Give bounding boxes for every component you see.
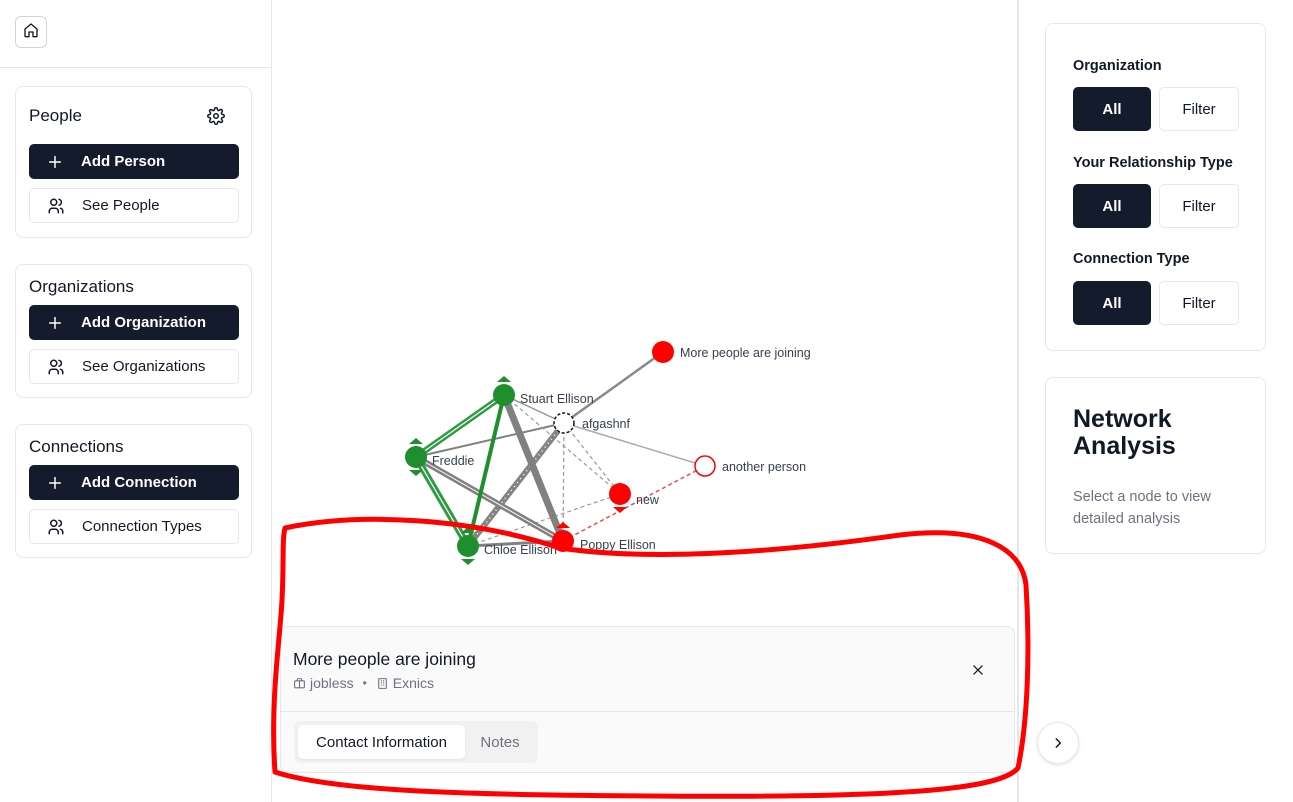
left-sidebar: People Add Person See People Organizatio… bbox=[0, 0, 272, 802]
add-organization-label: Add Organization bbox=[81, 314, 206, 331]
connections-title: Connections bbox=[29, 437, 124, 456]
graph-node-stuart-ellison[interactable]: Stuart Ellison bbox=[493, 384, 594, 406]
graph-node-poppy-ellison[interactable]: Poppy Ellison bbox=[552, 530, 656, 552]
people-card: People Add Person See People bbox=[15, 86, 252, 238]
home-button[interactable] bbox=[15, 16, 47, 48]
graph-node-more-people-are-joining[interactable]: More people are joining bbox=[652, 341, 811, 363]
people-title: People bbox=[29, 106, 82, 125]
network-analysis-title: Network Analysis bbox=[1073, 405, 1176, 460]
organization-filter-button[interactable]: Filter bbox=[1159, 87, 1239, 131]
organizations-title: Organizations bbox=[29, 277, 134, 296]
svg-text:new: new bbox=[636, 493, 660, 507]
detail-person-name: More people are joining bbox=[293, 649, 476, 669]
relationship-all-button[interactable]: All bbox=[1073, 184, 1151, 228]
plus-icon bbox=[45, 152, 65, 172]
graph-node-chloe-ellison[interactable]: Chloe Ellison bbox=[457, 535, 557, 557]
users-icon bbox=[46, 517, 66, 537]
home-bar bbox=[0, 0, 271, 68]
detail-organization: Exnics bbox=[392, 675, 435, 691]
building-icon bbox=[376, 677, 389, 690]
see-people-label: See People bbox=[82, 197, 160, 214]
filter-connection-type-label: Connection Type bbox=[1073, 251, 1190, 267]
organization-all-button[interactable]: All bbox=[1073, 87, 1151, 131]
connections-card: Connections Add Connection Connection Ty… bbox=[15, 424, 252, 558]
detail-meta: jobless • Exnics bbox=[293, 675, 434, 691]
svg-text:another person: another person bbox=[722, 460, 806, 474]
next-panel-button[interactable] bbox=[1037, 722, 1079, 764]
add-person-button[interactable]: Add Person bbox=[29, 144, 239, 179]
graph-edges bbox=[412, 350, 706, 548]
connection-type-all-button[interactable]: All bbox=[1073, 281, 1151, 325]
plus-icon bbox=[45, 313, 65, 333]
svg-text:Chloe Ellison: Chloe Ellison bbox=[484, 543, 557, 557]
see-people-button[interactable]: See People bbox=[29, 188, 239, 223]
close-icon bbox=[971, 663, 985, 677]
graph-arrow bbox=[497, 376, 511, 382]
briefcase-icon bbox=[293, 677, 306, 690]
graph-arrow bbox=[613, 507, 627, 513]
filter-relationship-label: Your Relationship Type bbox=[1073, 155, 1233, 171]
home-icon bbox=[23, 22, 39, 43]
svg-text:Freddie: Freddie bbox=[432, 454, 474, 468]
filters-card: Organization All Filter Your Relationshi… bbox=[1045, 23, 1266, 351]
graph-edge bbox=[563, 422, 621, 495]
graph-edge bbox=[500, 393, 567, 543]
plus-icon bbox=[45, 473, 65, 493]
graph-node-freddie[interactable]: Freddie bbox=[405, 446, 474, 468]
tab-contact-information[interactable]: Contact Information bbox=[298, 725, 465, 759]
person-detail-panel: More people are joining jobless • Exnics… bbox=[280, 626, 1015, 773]
users-icon bbox=[46, 357, 66, 377]
see-organizations-label: See Organizations bbox=[82, 358, 206, 375]
network-analysis-description: Select a node to view detailed analysis bbox=[1073, 489, 1211, 527]
relationship-filter-button[interactable]: Filter bbox=[1159, 184, 1239, 228]
connection-types-button[interactable]: Connection Types bbox=[29, 509, 239, 544]
svg-text:afgashnf: afgashnf bbox=[582, 417, 630, 431]
detail-job: jobless bbox=[310, 675, 354, 691]
svg-text:Stuart Ellison: Stuart Ellison bbox=[520, 392, 594, 406]
chevron-right-icon bbox=[1051, 736, 1065, 750]
gear-icon[interactable] bbox=[207, 107, 225, 125]
add-connection-button[interactable]: Add Connection bbox=[29, 465, 239, 500]
meta-separator: • bbox=[362, 676, 367, 690]
organizations-card: Organizations Add Organization See Organ… bbox=[15, 264, 252, 398]
graph-node-another-person[interactable]: another person bbox=[694, 455, 806, 477]
svg-text:More people are joining: More people are joining bbox=[680, 346, 811, 360]
graph-arrow bbox=[409, 438, 423, 444]
network-analysis-card: Network Analysis Select a node to view d… bbox=[1045, 377, 1266, 554]
connection-type-filter-button[interactable]: Filter bbox=[1159, 281, 1239, 325]
graph-node-afgashnf[interactable]: afgashnf bbox=[553, 412, 630, 434]
filter-organization-label: Organization bbox=[1073, 58, 1162, 74]
add-connection-label: Add Connection bbox=[81, 474, 197, 491]
add-person-label: Add Person bbox=[81, 153, 166, 170]
graph-arrow bbox=[409, 470, 423, 476]
graph-edge bbox=[563, 350, 664, 425]
users-icon bbox=[46, 196, 66, 216]
connection-types-label: Connection Types bbox=[82, 518, 202, 535]
see-organizations-button[interactable]: See Organizations bbox=[29, 349, 239, 384]
detail-tabs: Contact Information Notes bbox=[294, 721, 538, 763]
close-detail-button[interactable] bbox=[969, 661, 987, 679]
graph-edge bbox=[562, 465, 706, 542]
detail-divider bbox=[281, 711, 1014, 712]
tab-notes[interactable]: Notes bbox=[469, 725, 531, 759]
svg-text:Poppy Ellison: Poppy Ellison bbox=[580, 538, 656, 552]
graph-arrow bbox=[461, 559, 475, 565]
add-organization-button[interactable]: Add Organization bbox=[29, 305, 239, 340]
